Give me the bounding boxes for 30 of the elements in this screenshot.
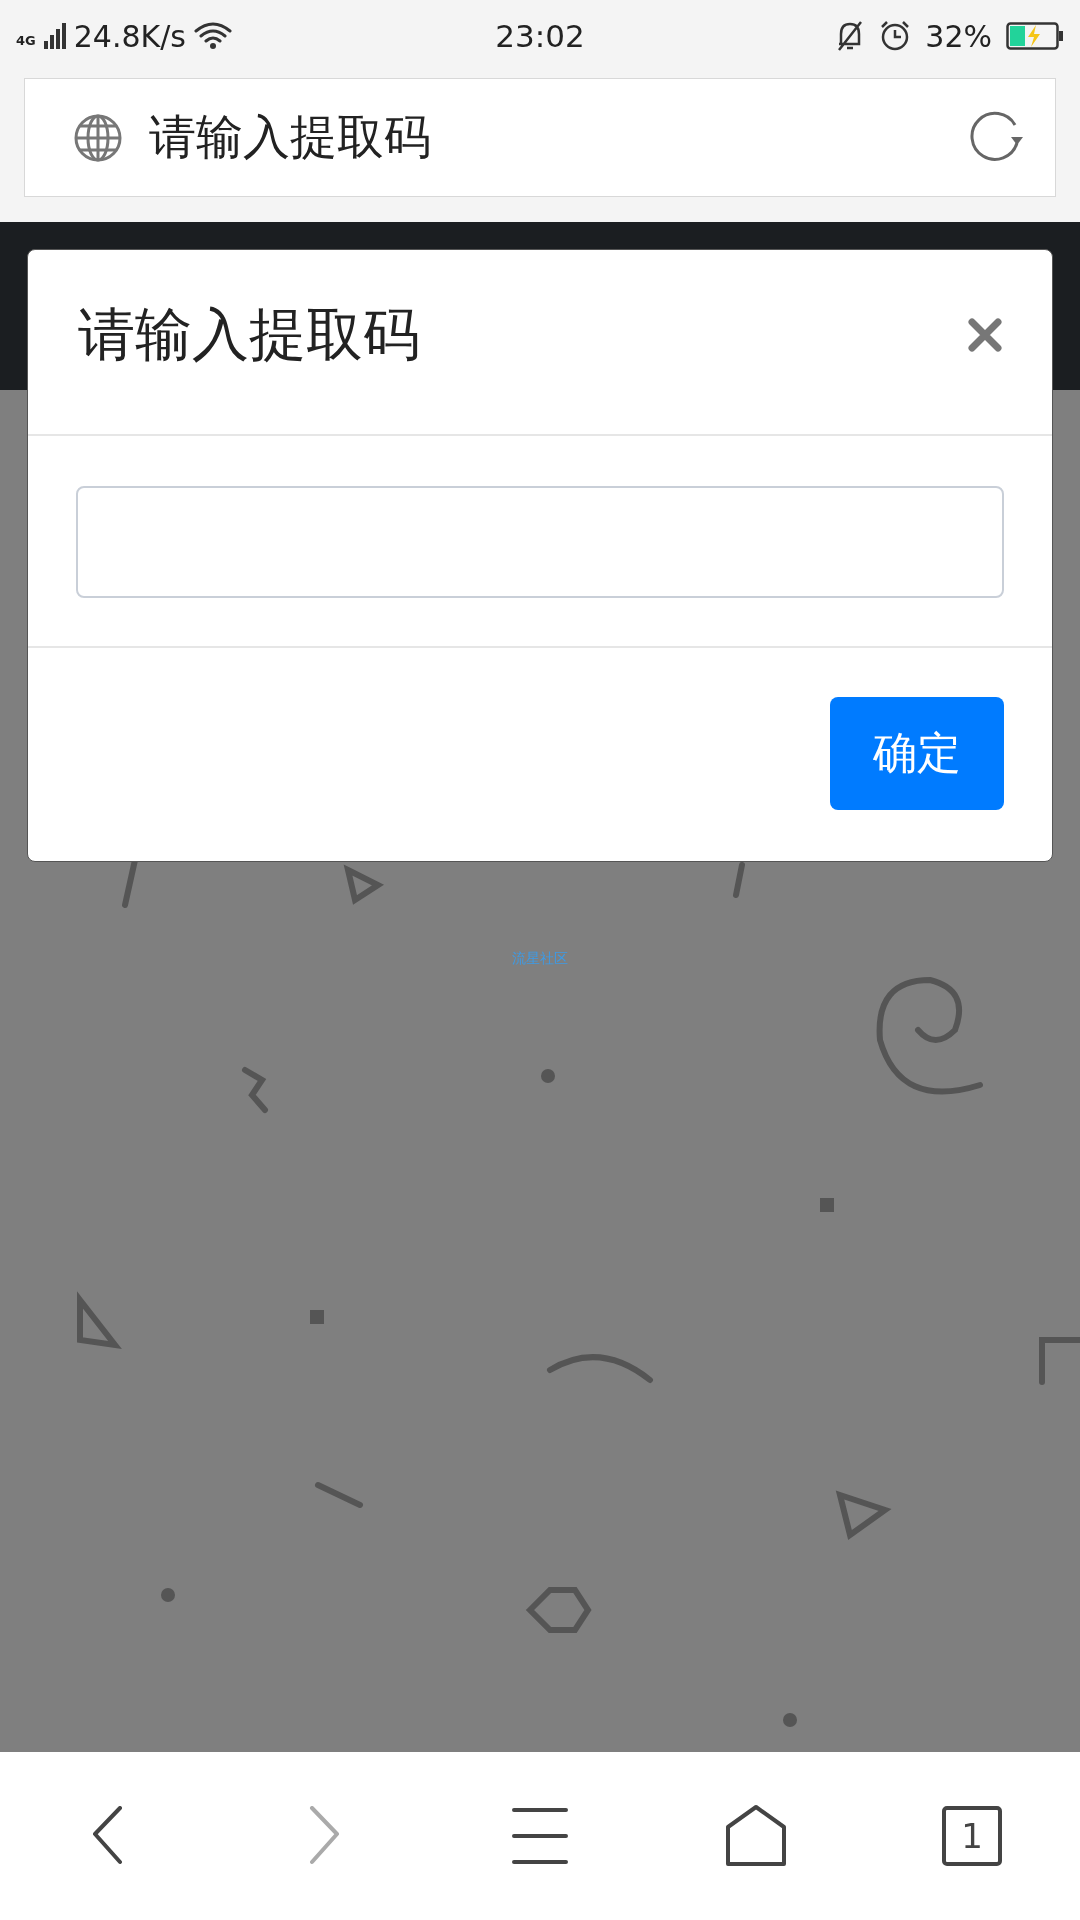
dot-doodle [541,1069,555,1083]
tabs-button[interactable]: 1 [942,1806,1002,1866]
line-doodle [315,1482,363,1508]
signal-icon [43,23,66,49]
forward-icon [308,1806,340,1866]
square-doodle [310,1310,324,1324]
menu-icon [511,1807,569,1865]
status-time: 23:02 [495,18,585,54]
dot-doodle [161,1588,175,1602]
battery-charging-icon [1006,22,1064,50]
close-icon[interactable] [968,318,1002,352]
network-speed: 24.8K/s [73,18,186,54]
battery-percent: 32% [925,18,992,54]
dialog-title: 请输入提取码 [78,299,421,369]
network-type: 4G [16,32,36,48]
page-title: 请输入提取码 [149,108,432,166]
triangle-doodle [77,1291,122,1350]
home-icon [725,1805,787,1867]
wifi-icon [193,21,232,51]
triangle-doodle [835,1490,892,1540]
corner-doodle [1039,1337,1080,1385]
triangle-doodle [343,864,384,905]
code-input-field[interactable] [76,486,1004,598]
square-doodle [820,1198,834,1212]
zigzag-doodle [242,1067,268,1113]
back-icon [92,1806,124,1866]
globe-icon [73,112,123,163]
dot-doodle [783,1713,797,1727]
confirm-button[interactable]: 确定 [830,697,1004,810]
hexagon-doodle [525,1587,592,1633]
